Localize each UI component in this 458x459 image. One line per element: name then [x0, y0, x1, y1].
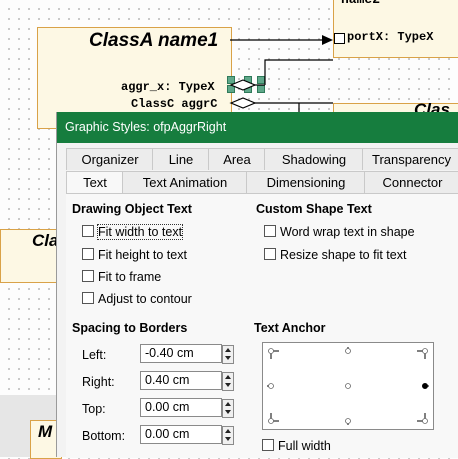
right-label: Right:: [82, 375, 115, 389]
fit-frame-label: Fit to frame: [98, 270, 162, 284]
adjust-contour-checkbox[interactable]: Adjust to contour: [82, 292, 192, 306]
spin-up-icon[interactable]: [225, 348, 231, 352]
resize-shape-checkbox[interactable]: Resize shape to fit text: [264, 248, 406, 262]
bottom-input[interactable]: 0.00 cm: [140, 425, 222, 444]
tab-dimensioning[interactable]: Dimensioning: [246, 171, 366, 193]
word-wrap-label: Word wrap text in shape: [280, 225, 415, 239]
top-label: Top:: [82, 402, 106, 416]
aggregation-diamond-icon: [229, 79, 257, 91]
spin-down-icon[interactable]: [225, 383, 231, 387]
spin-down-icon[interactable]: [225, 410, 231, 414]
fit-width-checkbox[interactable]: Fit width to text: [82, 224, 184, 240]
resize-shape-label: Resize shape to fit text: [280, 248, 407, 262]
left-input[interactable]: -0.40 cm: [140, 344, 222, 363]
tab-text-animation[interactable]: Text Animation: [122, 171, 248, 193]
checkbox-box[interactable]: [82, 248, 94, 260]
checkbox-box[interactable]: [264, 248, 276, 260]
word-wrap-checkbox[interactable]: Word wrap text in shape: [264, 225, 415, 239]
tab-shadowing[interactable]: Shadowing: [264, 148, 364, 170]
checkbox-box[interactable]: [262, 439, 274, 451]
spacing-title: Spacing to Borders: [72, 321, 188, 335]
partial-left-title: Cla: [32, 231, 59, 250]
fit-height-label: Fit height to text: [98, 248, 187, 262]
tab-transparency[interactable]: Transparency: [362, 148, 458, 170]
bottom-spin-field: 0.00 cm: [140, 425, 236, 445]
partial-bottom-title: M: [38, 422, 53, 441]
text-anchor-title: Text Anchor: [254, 321, 326, 335]
right-spin-buttons[interactable]: [222, 372, 234, 391]
spin-up-icon[interactable]: [225, 429, 231, 433]
dialog-titlebar[interactable]: Graphic Styles: ofpAggrRight: [57, 112, 458, 143]
checkbox-box[interactable]: [82, 270, 94, 282]
bottom-spin-buttons[interactable]: [222, 426, 234, 445]
right-spin-field: 0.40 cm: [140, 371, 236, 391]
fit-width-label: Fit width to text: [96, 224, 184, 240]
left-label: Left:: [82, 348, 107, 362]
checkbox-box[interactable]: [82, 225, 94, 237]
drawing-object-text-title: Drawing Object Text: [72, 202, 192, 216]
spin-up-icon[interactable]: [225, 402, 231, 406]
checkbox-box[interactable]: [264, 225, 276, 237]
adjust-contour-label: Adjust to contour: [98, 292, 192, 306]
top-input[interactable]: 0.00 cm: [140, 398, 222, 417]
arrowhead-icon: [322, 35, 333, 45]
tab-text[interactable]: Text: [66, 171, 124, 193]
spin-down-icon[interactable]: [225, 356, 231, 360]
text-anchor-selector[interactable]: [262, 342, 434, 430]
checkbox-box[interactable]: [82, 292, 94, 304]
custom-shape-text-title: Custom Shape Text: [256, 202, 372, 216]
aggregation-diamond-icon: [229, 97, 257, 109]
fit-frame-checkbox[interactable]: Fit to frame: [82, 270, 161, 284]
tab-area[interactable]: Area: [208, 148, 266, 170]
fit-height-checkbox[interactable]: Fit height to text: [82, 248, 187, 262]
tab-organizer[interactable]: Organizer: [66, 148, 154, 170]
dialog-title: Graphic Styles: ofpAggrRight: [65, 120, 227, 134]
right-input[interactable]: 0.40 cm: [140, 371, 222, 390]
spin-down-icon[interactable]: [225, 437, 231, 441]
tab-row-2: Text Text Animation Dimensioning Connect…: [66, 171, 458, 193]
tab-connector[interactable]: Connector: [364, 171, 458, 193]
tab-line[interactable]: Line: [152, 148, 210, 170]
tab-row-1: Organizer Line Area Shadowing Transparen…: [66, 148, 458, 170]
anchor-grid-icon: [267, 347, 429, 425]
bottom-label: Bottom:: [82, 429, 126, 443]
left-spin-buttons[interactable]: [222, 345, 234, 364]
left-spin-field: -0.40 cm: [140, 344, 236, 364]
full-width-label: Full width: [278, 439, 331, 453]
full-width-checkbox[interactable]: Full width: [262, 439, 331, 453]
spin-up-icon[interactable]: [225, 375, 231, 379]
top-spin-buttons[interactable]: [222, 399, 234, 418]
top-spin-field: 0.00 cm: [140, 398, 236, 418]
